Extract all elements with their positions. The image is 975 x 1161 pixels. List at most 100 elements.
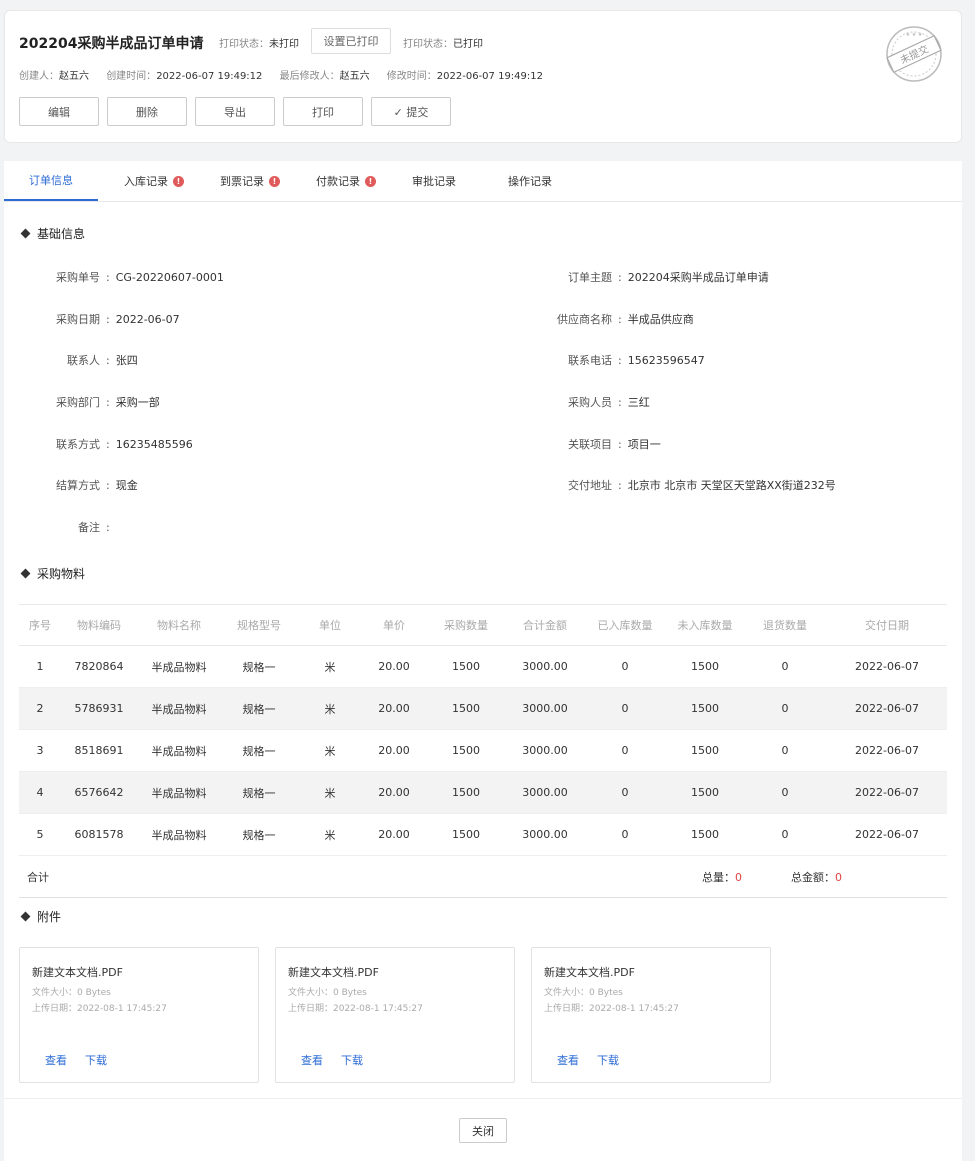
column-header: 未入库数量 — [667, 604, 743, 646]
table-cell: 0 — [583, 645, 667, 688]
table-header-row: 序号 物料编码 物料名称 规格型号 单位 单价 采购数量 合计金额 已入库数量 … — [19, 604, 947, 646]
edit-button[interactable]: 编辑 — [19, 97, 99, 126]
field-label: 联系方式 — [56, 438, 100, 451]
field-contact-phone: 联系电话:15623596547 — [544, 352, 705, 368]
footer-divider — [4, 1098, 962, 1099]
table-row: 3 8518691 半成品物料 规格一米 20.00 1500 3000.00 0 1500 0 2… — [19, 729, 947, 772]
table-cell: 1500 — [667, 687, 743, 730]
table-cell: 规格一 — [221, 687, 297, 730]
field-settlement: 结算方式: 现金 — [34, 477, 138, 493]
table-cell: 1500 — [425, 645, 507, 688]
field-label: 备注 — [78, 521, 100, 534]
table-row: 4 6576642 半成品物料 规格一米 20.00 1500 3000.00 0 1500 0 2… — [19, 771, 947, 814]
modified-time-value: 2022-06-07 19:49:12 — [436, 71, 543, 82]
table-cell: 0 — [583, 771, 667, 814]
table-cell: 3000.00 — [507, 687, 583, 730]
print-status-1: 打印状态：未打印 — [219, 35, 299, 50]
svg-text:★ ★ ★: ★ ★ ★ — [906, 32, 923, 38]
table-cell: 规格一 — [221, 771, 297, 814]
tab-label: 付款记录 — [316, 175, 360, 188]
view-link[interactable]: 查看 — [557, 1052, 579, 1068]
table-cell: 20.00 — [363, 645, 425, 688]
total-amount-value: 0 — [835, 870, 842, 884]
attachment-card: 新建文本文档.PDF 文件大小：0 Bytes 上传日期：2022-08-1 1… — [19, 947, 259, 1083]
table-cell: 规格一 — [221, 813, 297, 856]
attachment-date: 上传日期：2022-08-1 17:45:27 — [544, 1004, 679, 1014]
field-label: 采购部门 — [56, 396, 100, 409]
column-header: 交付日期 — [827, 604, 947, 646]
table-cell: 5 — [19, 813, 61, 856]
table-cell: 3000.00 — [507, 771, 583, 814]
submit-button[interactable]: ✓ 提交 — [371, 97, 451, 126]
attachment-size: 文件大小：0 Bytes — [288, 988, 367, 998]
column-header: 退货数量 — [743, 604, 827, 646]
tab-payment-records[interactable]: 付款记录! — [316, 161, 376, 201]
field-label: 采购人员 — [568, 396, 612, 409]
tab-operation-records[interactable]: 操作记录 — [508, 161, 552, 201]
tab-label: 到票记录 — [220, 175, 264, 188]
table-cell: 0 — [743, 645, 827, 688]
table-row: 1 7820864 半成品物料 规格一米 20.00 1500 3000.00 0 1500 0 2… — [19, 645, 947, 688]
download-link[interactable]: 下载 — [597, 1052, 619, 1068]
field-label: 结算方式 — [56, 479, 100, 492]
modified-time-label: 修改时间： — [386, 71, 437, 82]
section-title: 附件 — [37, 910, 62, 924]
table-cell: 规格一 — [221, 645, 297, 688]
view-link[interactable]: 查看 — [301, 1052, 323, 1068]
column-header: 单位 — [297, 604, 363, 646]
field-order-subject: 订单主题:202204采购半成品订单申请 — [544, 269, 769, 285]
table-cell: 1500 — [667, 729, 743, 772]
field-label: 供应商名称 — [557, 313, 612, 326]
not-submitted-stamp-icon: 未提交 ★ ★ ★ — [886, 26, 942, 82]
section-basic-info: 基础信息 — [20, 225, 85, 242]
total-quantity-label: 总量： — [702, 870, 735, 884]
set-printed-button[interactable]: 设置已打印 — [311, 28, 391, 54]
table-cell: 米 — [297, 771, 363, 814]
table-row: 2 5786931 半成品物料 规格一米 20.00 1500 3000.00 0 1500 0 2… — [19, 687, 947, 730]
field-label: 采购单号 — [56, 271, 100, 284]
attachment-size: 文件大小：0 Bytes — [32, 988, 111, 998]
tab-approval-records[interactable]: 审批记录 — [412, 161, 456, 201]
materials-table: 序号 物料编码 物料名称 规格型号 单位 单价 采购数量 合计金额 已入库数量 … — [19, 604, 947, 898]
field-purchaser: 采购人员: 三红 — [544, 394, 650, 410]
table-cell: 0 — [583, 687, 667, 730]
tab-label: 操作记录 — [508, 175, 552, 188]
attachment-name: 新建文本文档.PDF — [288, 966, 379, 979]
table-cell: 20.00 — [363, 813, 425, 856]
table-cell: 米 — [297, 645, 363, 688]
tab-label: 入库记录 — [124, 175, 168, 188]
tab-invoice-records[interactable]: 到票记录! — [220, 161, 280, 201]
view-link[interactable]: 查看 — [45, 1052, 67, 1068]
table-cell: 2022-06-07 — [827, 687, 947, 730]
delete-button[interactable]: 删除 — [107, 97, 187, 126]
field-department: 采购部门: 采购一部 — [34, 394, 160, 410]
download-link[interactable]: 下载 — [341, 1052, 363, 1068]
page-title: 202204采购半成品订单申请 — [19, 36, 204, 52]
attachment-size: 文件大小：0 Bytes — [544, 988, 623, 998]
table-cell: 米 — [297, 687, 363, 730]
attachment-name: 新建文本文档.PDF — [544, 966, 635, 979]
table-cell: 20.00 — [363, 687, 425, 730]
field-supplier-name: 供应商名称: 半成品供应商 — [544, 311, 694, 327]
table-cell: 3000.00 — [507, 729, 583, 772]
table-cell: 1500 — [425, 687, 507, 730]
main-card: 订单信息 入库记录! 到票记录! 付款记录! 审批记录 操作记录 基础信息 采购… — [4, 161, 962, 1161]
attachment-date: 上传日期：2022-08-1 17:45:27 — [32, 1004, 167, 1014]
diamond-icon — [20, 911, 31, 922]
attachment-date: 上传日期：2022-08-1 17:45:27 — [288, 1004, 423, 1014]
tab-inbound-records[interactable]: 入库记录! — [124, 161, 184, 201]
tab-bar: 订单信息 入库记录! 到票记录! 付款记录! 审批记录 操作记录 — [4, 161, 962, 202]
tab-order-info[interactable]: 订单信息 — [4, 161, 98, 201]
field-value: 张四 — [115, 354, 138, 367]
section-title: 采购物料 — [37, 567, 86, 581]
print-status-2: 打印状态：已打印 — [403, 35, 483, 50]
print-button[interactable]: 打印 — [283, 97, 363, 126]
download-link[interactable]: 下载 — [85, 1052, 107, 1068]
field-value: 15623596547 — [627, 354, 705, 367]
field-value: 三红 — [627, 396, 650, 409]
table-cell: 2022-06-07 — [827, 771, 947, 814]
total-quantity-value: 0 — [735, 870, 742, 884]
close-button[interactable]: 关闭 — [459, 1118, 507, 1143]
table-cell: 0 — [743, 813, 827, 856]
export-button[interactable]: 导出 — [195, 97, 275, 126]
